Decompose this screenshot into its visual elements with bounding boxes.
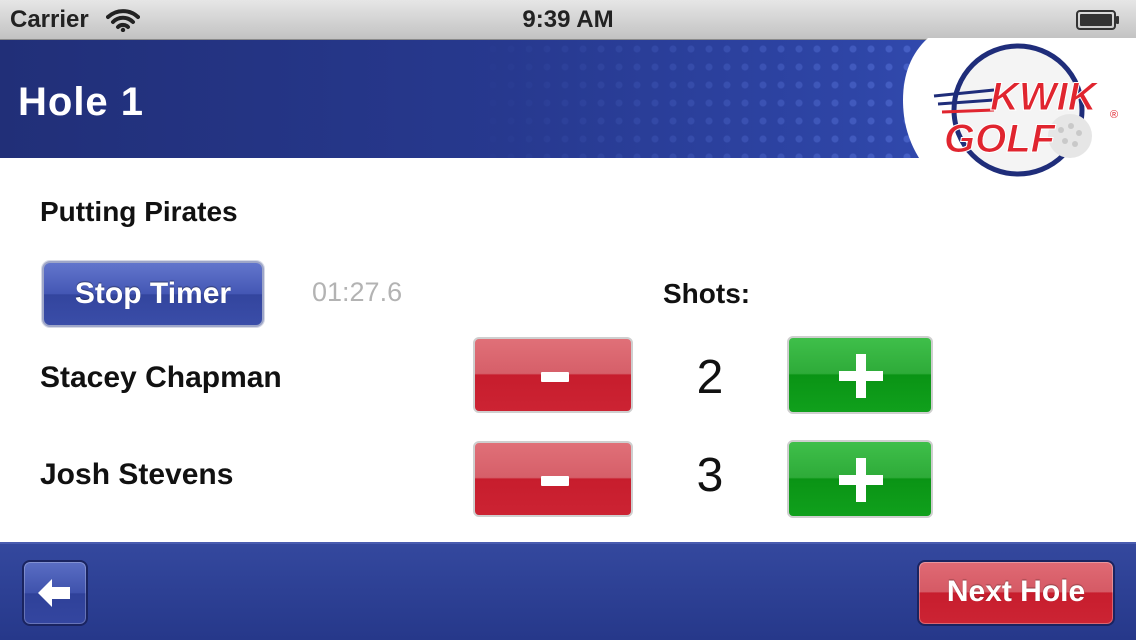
player-name: Stacey Chapman [40, 361, 282, 394]
plus-icon [839, 458, 883, 502]
timer-value: 01:27.6 [312, 277, 403, 307]
shot-count: 3 [696, 449, 724, 502]
shots-label: Shots: [663, 278, 751, 309]
shot-count: 2 [696, 351, 724, 404]
stop-timer-button[interactable]: Stop Timer [42, 261, 264, 327]
footer-toolbar: Next Hole [0, 542, 1136, 640]
logo-line-2: GOLF [944, 117, 1057, 161]
next-hole-button[interactable]: Next Hole [917, 560, 1115, 626]
back-button[interactable] [22, 560, 88, 626]
player-name: Josh Stevens [40, 458, 234, 491]
status-time: 9:39 AM [522, 6, 614, 33]
team-name: Putting Pirates [40, 196, 238, 227]
increase-shots-button[interactable] [787, 336, 933, 414]
decrease-shots-button[interactable] [473, 337, 633, 413]
minus-icon [541, 372, 569, 382]
kwik-golf-logo: KWIK GOLF ® [903, 38, 1136, 198]
plus-icon [839, 354, 883, 398]
battery-icon [1076, 10, 1119, 30]
increase-shots-button[interactable] [787, 440, 933, 518]
status-bar: Carrier 9:39 AM [0, 0, 1136, 40]
logo-line-1: KWIK [990, 75, 1100, 119]
logo-registered-mark: ® [1110, 109, 1118, 121]
back-arrow-icon [38, 579, 70, 607]
minus-icon [541, 476, 569, 486]
decrease-shots-button[interactable] [473, 441, 633, 517]
page-title: Hole 1 [18, 80, 145, 124]
